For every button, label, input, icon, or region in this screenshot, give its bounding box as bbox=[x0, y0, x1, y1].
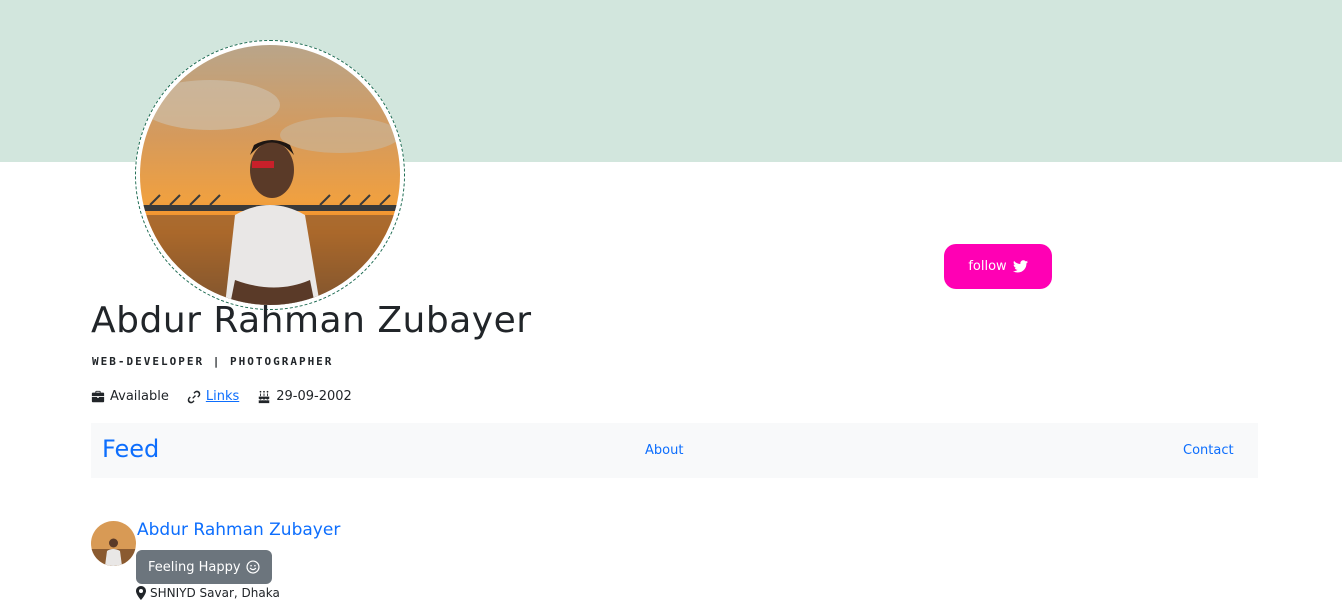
feeling-text: Feeling Happy bbox=[148, 559, 241, 575]
links-link[interactable]: Links bbox=[206, 389, 239, 404]
profile-navbar: Feed About Contact bbox=[91, 423, 1258, 478]
status-text: Available bbox=[110, 389, 169, 404]
map-marker-icon bbox=[136, 586, 146, 600]
birthday-cake-icon bbox=[259, 390, 270, 403]
smiley-icon bbox=[245, 560, 260, 574]
post-author-name[interactable]: Abdur Rahman Zubayer bbox=[137, 520, 340, 540]
profile-photo-icon bbox=[140, 45, 400, 305]
briefcase-icon bbox=[91, 390, 105, 402]
location-text: SHNIYD Savar, Dhaka bbox=[150, 586, 280, 600]
birthday-item: 29-09-2002 bbox=[257, 389, 352, 404]
post-author-avatar[interactable] bbox=[91, 521, 136, 566]
profile-photo-icon bbox=[91, 521, 136, 566]
status-item: Available bbox=[91, 389, 169, 404]
link-icon bbox=[187, 390, 201, 403]
twitter-icon bbox=[1012, 260, 1028, 273]
nav-about[interactable]: About bbox=[645, 443, 683, 458]
post-location: SHNIYD Savar, Dhaka bbox=[136, 586, 280, 600]
profile-avatar bbox=[140, 45, 400, 305]
nav-contact[interactable]: Contact bbox=[1183, 443, 1234, 458]
nav-feed[interactable]: Feed bbox=[102, 435, 159, 463]
follow-button[interactable]: follow bbox=[944, 244, 1052, 289]
profile-meta: Available Links 29-09-2002 bbox=[91, 389, 370, 404]
birthday-text: 29-09-2002 bbox=[276, 389, 352, 404]
profile-name: Abdur Rahman Zubayer bbox=[91, 300, 532, 341]
profile-subtitle: WEB-DEVELOPER | PHOTOGRAPHER bbox=[92, 355, 334, 368]
feeling-badge: Feeling Happy bbox=[136, 550, 272, 584]
links-item: Links bbox=[187, 389, 239, 404]
follow-label: follow bbox=[968, 259, 1007, 274]
